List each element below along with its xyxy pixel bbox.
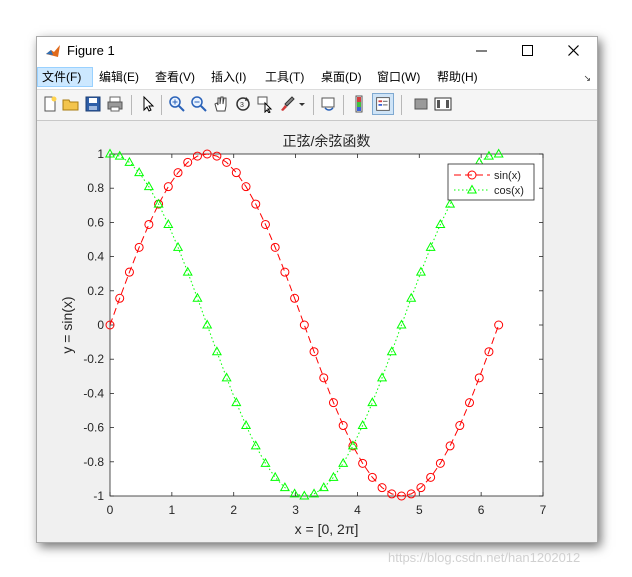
- menu-help[interactable]: 帮助(H): [433, 67, 482, 87]
- figure-canvas: 0 1 2 3 4 5 6 7 -1 -0.8 -0.6 -0.4 -0.2 0 0.2 0.4 0.6 0.8 1…: [37, 121, 597, 542]
- menu-file[interactable]: 文件(F): [37, 67, 93, 87]
- matlab-logo-icon: [46, 45, 60, 57]
- data-cursor-icon[interactable]: [256, 95, 274, 113]
- window-title: Figure 1: [67, 43, 115, 58]
- new-figure-icon[interactable]: [41, 95, 59, 113]
- x-tick-label: 3: [292, 503, 299, 517]
- x-tick-label: 7: [540, 503, 547, 517]
- title-bar[interactable]: Figure 1: [37, 37, 597, 65]
- zoom-out-icon[interactable]: [190, 95, 208, 113]
- y-tick-label: 0.2: [87, 284, 104, 298]
- y-tick-label: -0.2: [83, 352, 104, 366]
- y-tick-label: 0: [97, 318, 104, 332]
- show-plot-tools-icon[interactable]: [434, 95, 452, 113]
- link-plot-icon[interactable]: [320, 95, 338, 113]
- colorbar-icon[interactable]: [350, 95, 368, 113]
- close-button[interactable]: [551, 37, 597, 65]
- y-tick-label: -0.8: [83, 455, 104, 469]
- x-tick-label: 5: [416, 503, 423, 517]
- menu-desktop[interactable]: 桌面(D): [317, 67, 366, 87]
- sine-cosine-chart[interactable]: 0 1 2 3 4 5 6 7 -1 -0.8 -0.6 -0.4 -0.2 0 0.2 0.4 0.6 0.8 1…: [37, 121, 597, 542]
- x-axis-label: x = [0, 2π]: [295, 521, 359, 537]
- print-icon[interactable]: [106, 95, 124, 113]
- menu-window[interactable]: 窗口(W): [373, 67, 424, 87]
- figure-toolbar: 3: [37, 89, 597, 121]
- menu-bar: 文件(F) 编辑(E) 查看(V) 插入(I) 工具(T) 桌面(D) 窗口(W…: [37, 65, 597, 89]
- y-tick-label: -0.4: [83, 386, 104, 400]
- hide-plot-tools-icon[interactable]: [412, 95, 430, 113]
- chart-title: 正弦/余弦函数: [283, 133, 371, 149]
- toolbar-separator: [343, 95, 344, 115]
- menu-overflow-arrow[interactable]: ↘: [583, 73, 591, 84]
- toolbar-separator: [131, 95, 132, 115]
- y-axis-label: y = sin(x): [59, 296, 75, 353]
- menu-edit[interactable]: 编辑(E): [95, 67, 143, 87]
- open-file-icon[interactable]: [62, 95, 80, 113]
- figure-window: Figure 1 文件(F) 编辑(E) 查看(V) 插入(I) 工具(T) 桌…: [36, 36, 598, 543]
- y-tick-label: 0.4: [87, 250, 104, 264]
- svg-text:3: 3: [240, 102, 244, 109]
- y-tick-label: -1: [93, 489, 104, 503]
- minimize-button[interactable]: [459, 37, 505, 65]
- close-icon: [568, 45, 579, 56]
- legend-label: sin(x): [494, 170, 521, 182]
- y-tick-label: -0.6: [83, 421, 104, 435]
- legend-icon[interactable]: [372, 93, 394, 115]
- x-tick-label: 2: [230, 503, 237, 517]
- x-tick-label: 4: [354, 503, 361, 517]
- y-tick-label: 0.6: [87, 215, 104, 229]
- y-tick-label: 1: [97, 147, 104, 161]
- toolbar-separator: [161, 95, 162, 115]
- rotate-3d-icon[interactable]: 3: [234, 95, 252, 113]
- y-tick-label: 0.8: [87, 181, 104, 195]
- toolbar-separator: [401, 95, 402, 115]
- legend-label: cos(x): [494, 185, 524, 197]
- brush-icon[interactable]: [278, 95, 296, 113]
- x-tick-label: 1: [169, 503, 176, 517]
- minimize-icon: [476, 50, 487, 52]
- plot-area: [109, 153, 544, 497]
- x-tick-label: 0: [107, 503, 114, 517]
- select-arrow-icon[interactable]: [139, 95, 157, 113]
- x-tick-label: 6: [478, 503, 485, 517]
- menu-insert[interactable]: 插入(I): [207, 67, 250, 87]
- maximize-button[interactable]: [505, 37, 551, 65]
- zoom-in-icon[interactable]: [168, 95, 186, 113]
- menu-tools[interactable]: 工具(T): [261, 67, 308, 87]
- menu-view[interactable]: 查看(V): [151, 67, 199, 87]
- maximize-icon: [522, 45, 533, 56]
- save-icon[interactable]: [84, 95, 102, 113]
- pan-hand-icon[interactable]: [212, 95, 230, 113]
- watermark-text: https://blog.csdn.net/han1202012: [388, 550, 581, 565]
- toolbar-separator: [313, 95, 314, 115]
- dropdown-arrow-icon[interactable]: [297, 95, 307, 113]
